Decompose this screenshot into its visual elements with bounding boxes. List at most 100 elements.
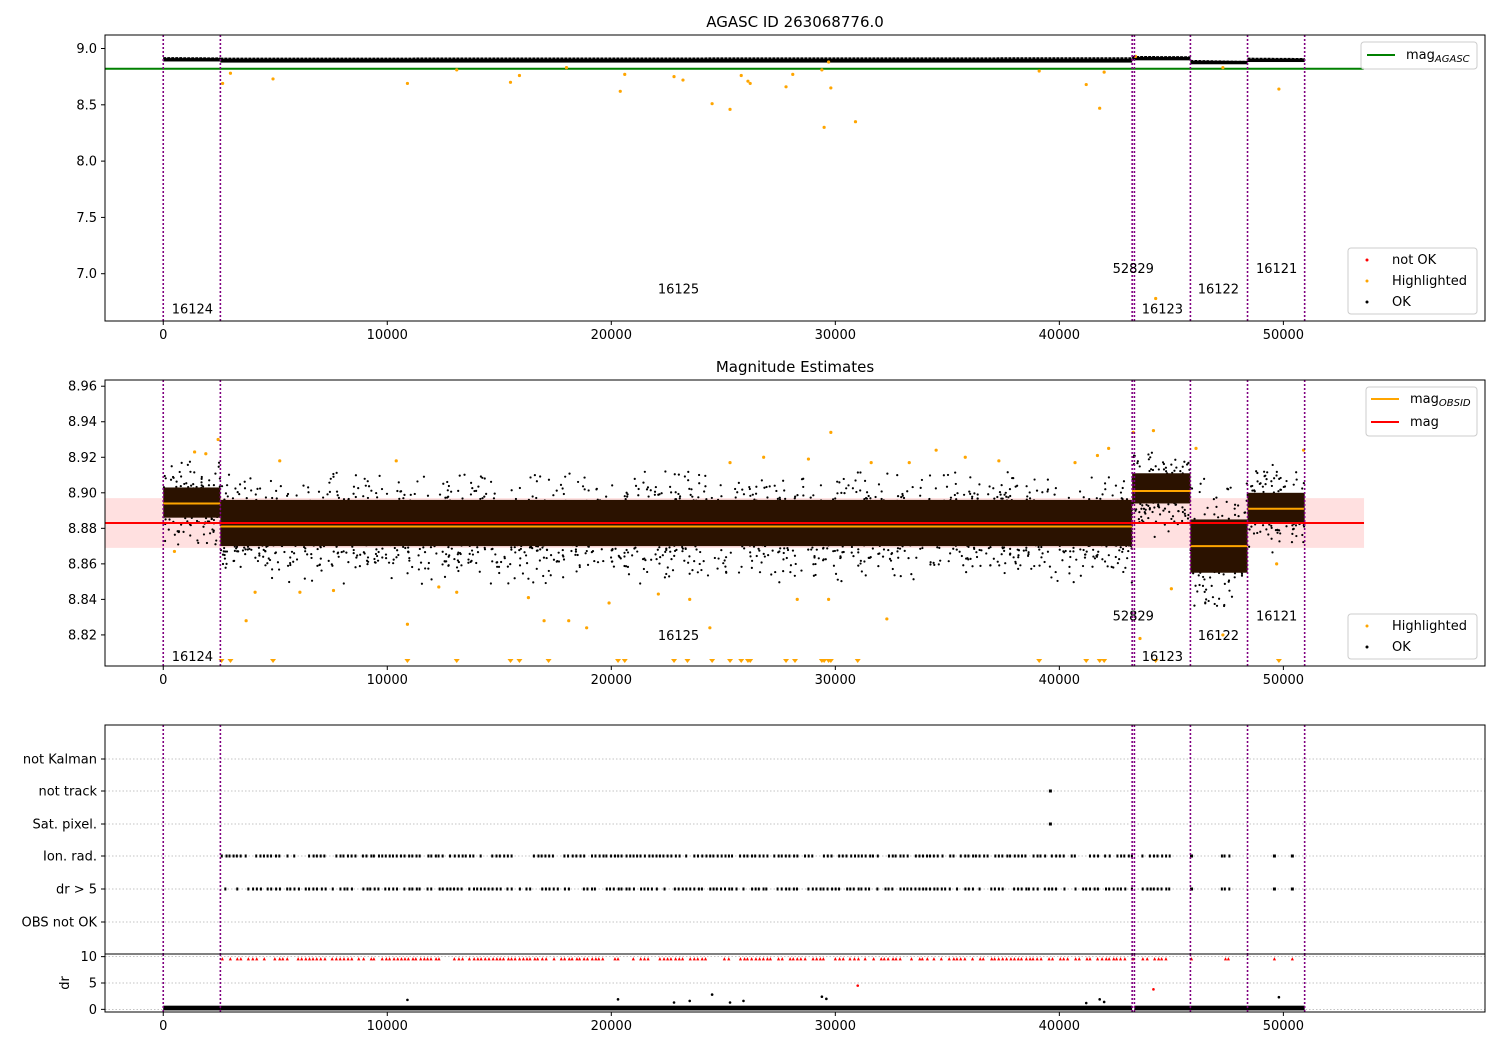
ok-point <box>1095 497 1098 500</box>
ok-point <box>1157 503 1160 506</box>
ok-point <box>574 550 578 553</box>
flag-mark <box>529 887 532 891</box>
ok-point <box>1069 550 1072 553</box>
highlighted-legend-label: Highlighted <box>1392 274 1467 289</box>
highlighted-point <box>618 89 622 93</box>
ok-point <box>824 558 827 561</box>
ok-point <box>1278 477 1281 480</box>
ok-point <box>734 496 737 499</box>
ok-point <box>793 554 797 557</box>
ok-point <box>899 575 902 578</box>
ok-point <box>850 551 853 554</box>
ok-point <box>815 548 818 551</box>
highlighted-point <box>204 452 208 456</box>
x-tick-label: 50000 <box>1263 1019 1304 1034</box>
flag-mark <box>1148 854 1151 858</box>
flag-mark <box>361 854 364 858</box>
flag-mark <box>335 854 338 858</box>
ok-point <box>1118 558 1121 561</box>
ok-point <box>749 551 752 554</box>
ok-point <box>1253 489 1256 492</box>
flag-mark <box>1124 887 1127 891</box>
ok-point <box>1106 565 1109 568</box>
ok-point <box>585 549 588 553</box>
ok-point <box>1082 548 1085 552</box>
ok-point <box>256 487 259 490</box>
flag-mark <box>910 887 913 891</box>
ok-point <box>998 564 1001 567</box>
ok-point <box>1261 485 1264 488</box>
flag-mark <box>914 887 917 891</box>
ok-point <box>1002 546 1006 549</box>
flag-mark <box>396 887 399 891</box>
ok-point <box>292 552 296 555</box>
ok-point <box>450 490 453 493</box>
ok-point <box>423 551 427 554</box>
flag-mark <box>1223 887 1226 891</box>
flag-mark <box>1070 854 1073 858</box>
y-tick-label: 8.82 <box>68 628 97 643</box>
flag-mark <box>278 887 281 891</box>
flag-mark <box>648 854 651 858</box>
ok-point <box>519 557 522 560</box>
flag-mark <box>1001 887 1004 891</box>
flag-mark <box>876 854 879 858</box>
ok-point <box>627 573 631 576</box>
flag-mark <box>1062 854 1065 858</box>
ok-point <box>1149 468 1153 471</box>
ok-point <box>1233 576 1236 579</box>
ok-point <box>1270 484 1274 488</box>
ok-point <box>785 556 788 560</box>
ok-point <box>776 497 779 500</box>
flag-mark <box>366 887 369 891</box>
flag-mark <box>650 887 653 891</box>
ok-point <box>619 557 622 560</box>
ok-point <box>447 546 450 549</box>
flag-mark <box>551 854 554 858</box>
ok-point <box>584 552 587 555</box>
flag-mark <box>453 854 456 858</box>
flag-mark <box>324 887 327 891</box>
ok-point <box>840 491 843 494</box>
ok-point <box>843 492 846 495</box>
ok-point <box>1003 549 1006 552</box>
ok-point <box>227 473 231 476</box>
flag-mark <box>1119 887 1122 891</box>
ok-point <box>320 569 323 572</box>
ok-point <box>332 472 335 476</box>
flag-mark <box>388 854 391 858</box>
ok-point <box>1237 515 1240 518</box>
highlighted-point <box>1037 69 1041 73</box>
ok-point <box>586 563 590 566</box>
flag-mark <box>967 854 970 858</box>
flag-mark <box>1085 887 1088 891</box>
ok-point <box>626 551 630 554</box>
flag-mark <box>438 887 441 891</box>
ok-point <box>989 546 992 549</box>
ok-point <box>1144 508 1147 511</box>
ok-point <box>778 496 781 499</box>
ok-point <box>1148 507 1151 510</box>
flag-mark <box>701 854 704 858</box>
flag-mark <box>906 854 909 858</box>
ok-point <box>1053 493 1056 496</box>
flag-mark <box>932 854 935 858</box>
flag-mark <box>403 854 406 858</box>
flag-mark <box>997 887 1000 891</box>
ok-point <box>1120 497 1123 500</box>
highlighted-point <box>791 72 795 77</box>
ok-point <box>328 490 332 493</box>
flag-mark <box>845 854 848 858</box>
obsid-label: 16122 <box>1198 282 1239 297</box>
ok-point <box>1270 526 1273 530</box>
flag-mark <box>1120 854 1123 858</box>
ok-point <box>420 582 424 585</box>
flag-mark <box>255 887 258 891</box>
flag-mark <box>491 887 494 891</box>
flag-mark <box>1093 854 1096 858</box>
flag-mark <box>548 887 551 891</box>
highlighted-point <box>748 81 752 86</box>
flag-mark <box>1036 887 1039 891</box>
ok-point <box>670 557 673 561</box>
ok-point <box>337 496 341 500</box>
